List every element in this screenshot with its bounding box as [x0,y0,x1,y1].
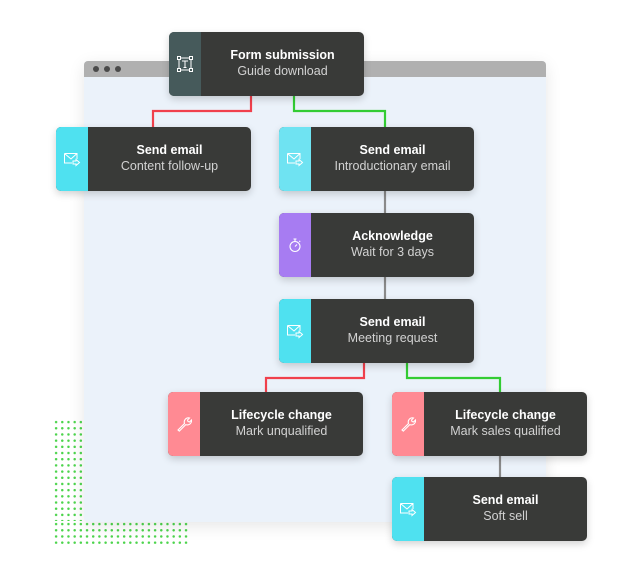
node-subtitle: Guide download [237,64,328,78]
node-lifecycle-unqualified[interactable]: Lifecycle change Mark unqualified [168,392,363,456]
node-subtitle: Meeting request [347,331,438,345]
node-subtitle: Content follow-up [120,159,219,173]
node-subtitle: Soft sell [483,509,528,523]
node-title: Lifecycle change [231,408,332,423]
email-send-icon [56,127,88,191]
node-send-email-content[interactable]: Send email Content follow-up [56,127,251,191]
connector-no [151,96,253,127]
node-subtitle: Mark unqualified [235,424,328,438]
node-title: Acknowledge [352,229,433,244]
node-lifecycle-sales-qualified[interactable]: Lifecycle change Mark sales qualified [392,392,587,456]
node-acknowledge[interactable]: Acknowledge Wait for 3 days [279,213,474,277]
email-send-icon [392,477,424,541]
node-title: Lifecycle change [455,408,556,423]
node-send-email-intro[interactable]: Send email Introductionary email [279,127,474,191]
node-title: Form submission [230,48,335,63]
node-title: Send email [359,143,426,158]
node-subtitle: Wait for 3 days [351,245,434,259]
connector-yes [405,363,502,392]
stopwatch-icon [279,213,311,277]
email-send-icon [279,299,311,363]
node-title: Send email [472,493,539,508]
text-field-icon [169,32,201,96]
node-send-email-meeting[interactable]: Send email Meeting request [279,299,474,363]
wrench-icon [168,392,200,456]
node-form-submission[interactable]: Form submission Guide download [169,32,364,96]
node-subtitle: Introductionary email [334,159,451,173]
wrench-icon [392,392,424,456]
email-send-icon [279,127,311,191]
node-subtitle: Mark sales qualified [450,424,561,438]
node-send-email-soft-sell[interactable]: Send email Soft sell [392,477,587,541]
connector-no [264,363,366,392]
node-title: Send email [136,143,203,158]
connector-yes [292,96,387,127]
node-title: Send email [359,315,426,330]
